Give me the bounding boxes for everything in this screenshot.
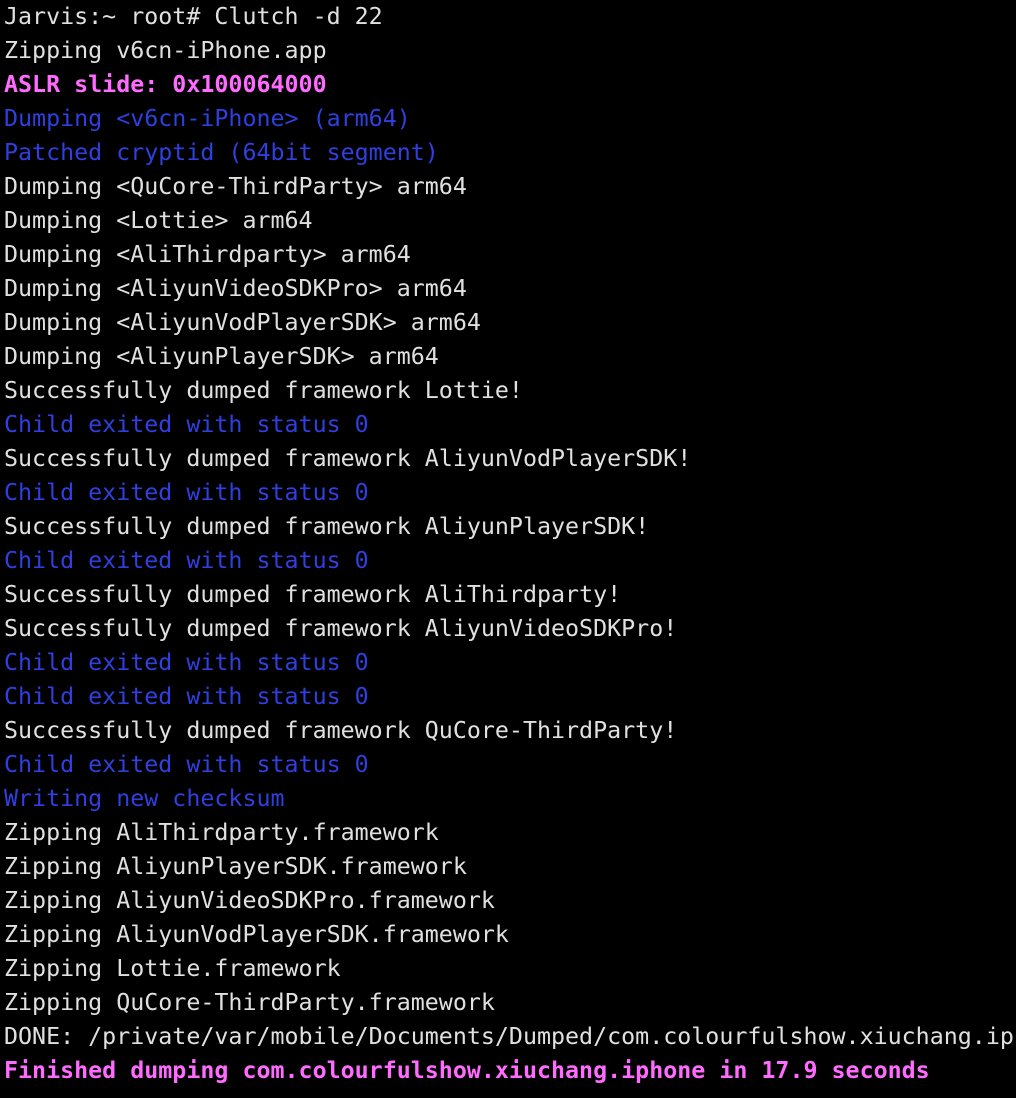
terminal-line: ASLR slide: 0x100064000 bbox=[4, 71, 327, 98]
terminal-line: Dumping <QuCore-ThirdParty> arm64 bbox=[4, 173, 467, 200]
terminal-line: Child exited with status 0 bbox=[4, 649, 369, 676]
terminal-line: Successfully dumped framework Lottie! bbox=[4, 377, 523, 404]
terminal-line: Jarvis:~ root# Clutch -d 22 bbox=[4, 3, 383, 30]
terminal-line: Zipping AliyunPlayerSDK.framework bbox=[4, 853, 467, 880]
terminal-line: Zipping Lottie.framework bbox=[4, 955, 341, 982]
terminal-line: Successfully dumped framework AliyunVide… bbox=[4, 615, 678, 642]
terminal-line: Child exited with status 0 bbox=[4, 683, 369, 710]
terminal-line: Dumping <v6cn-iPhone> (arm64) bbox=[4, 105, 411, 132]
terminal-line: Zipping AliyunVodPlayerSDK.framework bbox=[4, 921, 509, 948]
terminal-line: Zipping AliThirdparty.framework bbox=[4, 819, 439, 846]
terminal-line: Child exited with status 0 bbox=[4, 547, 369, 574]
terminal-line: Dumping <AliyunVodPlayerSDK> arm64 bbox=[4, 309, 481, 336]
terminal-line: Successfully dumped framework AliyunVodP… bbox=[4, 445, 692, 472]
terminal-line: Finished dumping com.colourfulshow.xiuch… bbox=[4, 1057, 930, 1084]
terminal-output: Jarvis:~ root# Clutch -d 22 Zipping v6cn… bbox=[4, 3, 1016, 1088]
terminal-line: Child exited with status 0 bbox=[4, 751, 369, 778]
terminal-line: Zipping QuCore-ThirdParty.framework bbox=[4, 989, 495, 1016]
terminal-line: Zipping v6cn-iPhone.app bbox=[4, 37, 327, 64]
terminal-line: Successfully dumped framework QuCore-Thi… bbox=[4, 717, 678, 744]
terminal-line: Dumping <AliThirdparty> arm64 bbox=[4, 241, 411, 268]
terminal-line: Child exited with status 0 bbox=[4, 411, 369, 438]
terminal-line: DONE: /private/var/mobile/Documents/Dump… bbox=[4, 1023, 1016, 1050]
terminal-line: Successfully dumped framework AliyunPlay… bbox=[4, 513, 650, 540]
terminal-line: Dumping <Lottie> arm64 bbox=[4, 207, 313, 234]
terminal-line: Writing new checksum bbox=[4, 785, 285, 812]
terminal-line: Patched cryptid (64bit segment) bbox=[4, 139, 439, 166]
terminal-line: Zipping AliyunVideoSDKPro.framework bbox=[4, 887, 495, 914]
terminal-line: Dumping <AliyunPlayerSDK> arm64 bbox=[4, 343, 439, 370]
terminal-line: Dumping <AliyunVideoSDKPro> arm64 bbox=[4, 275, 467, 302]
terminal-line: Successfully dumped framework AliThirdpa… bbox=[4, 581, 622, 608]
terminal-line: Child exited with status 0 bbox=[4, 479, 369, 506]
terminal-window[interactable]: Jarvis:~ root# Clutch -d 22 Zipping v6cn… bbox=[0, 0, 1016, 1098]
